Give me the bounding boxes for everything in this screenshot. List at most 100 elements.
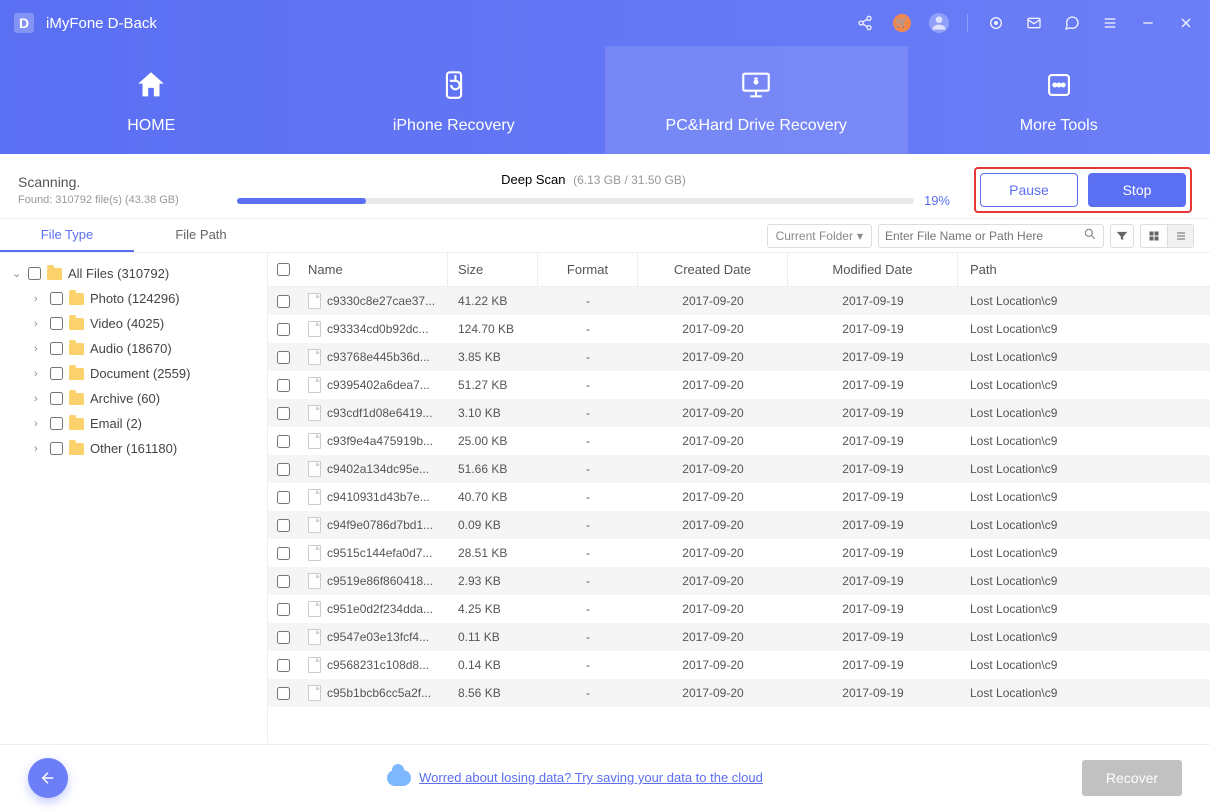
table-row[interactable]: c951e0d2f234dda...4.25 KB-2017-09-202017… (268, 595, 1210, 623)
row-checkbox[interactable] (277, 435, 290, 448)
file-size: 51.66 KB (448, 455, 538, 483)
table-row[interactable]: c93768e445b36d...3.85 KB-2017-09-202017-… (268, 343, 1210, 371)
file-icon (308, 629, 321, 645)
tab-more-tools[interactable]: More Tools (908, 46, 1210, 154)
tree-node[interactable]: ›Document (2559) (10, 361, 257, 386)
row-checkbox[interactable] (277, 351, 290, 364)
th-name[interactable]: Name (298, 253, 448, 286)
table-row[interactable]: c9330c8e27cae37...41.22 KB-2017-09-20201… (268, 287, 1210, 315)
select-all-checkbox[interactable] (277, 263, 290, 276)
table-row[interactable]: c93cdf1d08e6419...3.10 KB-2017-09-202017… (268, 399, 1210, 427)
tree-node[interactable]: ›Archive (60) (10, 386, 257, 411)
row-checkbox[interactable] (277, 659, 290, 672)
pause-button[interactable]: Pause (980, 173, 1078, 207)
table-row[interactable]: c9402a134dc95e...51.66 KB-2017-09-202017… (268, 455, 1210, 483)
row-checkbox[interactable] (277, 379, 290, 392)
file-path: Lost Location\c9 (958, 595, 1210, 623)
table-row[interactable]: c95b1bcb6cc5a2f...8.56 KB-2017-09-202017… (268, 679, 1210, 707)
folder-dropdown[interactable]: Current Folder ▾ (767, 224, 872, 248)
menu-icon[interactable] (1100, 13, 1120, 33)
th-created[interactable]: Created Date (638, 253, 788, 286)
tab-pc-recovery[interactable]: PC&Hard Drive Recovery (605, 46, 908, 154)
table-row[interactable]: c93f9e4a475919b...25.00 KB-2017-09-20201… (268, 427, 1210, 455)
tree-checkbox[interactable] (50, 342, 63, 355)
recover-button[interactable]: Recover (1082, 760, 1182, 796)
table-row[interactable]: c9547e03e13fcf4...0.11 KB-2017-09-202017… (268, 623, 1210, 651)
list-view-button[interactable] (1167, 225, 1193, 247)
file-path: Lost Location\c9 (958, 399, 1210, 427)
tab-iphone-recovery[interactable]: iPhone Recovery (303, 46, 606, 154)
row-checkbox[interactable] (277, 407, 290, 420)
tree-node[interactable]: ›Video (4025) (10, 311, 257, 336)
tree-checkbox[interactable] (50, 442, 63, 455)
file-name: c9547e03e13fcf4... (327, 630, 429, 644)
mail-icon[interactable] (1024, 13, 1044, 33)
table-row[interactable]: c9395402a6dea7...51.27 KB-2017-09-202017… (268, 371, 1210, 399)
tab-home[interactable]: HOME (0, 46, 303, 154)
table-row[interactable]: c9519e86f860418...2.93 KB-2017-09-202017… (268, 567, 1210, 595)
share-icon[interactable] (855, 13, 875, 33)
table-row[interactable]: c9515c144efa0d7...28.51 KB-2017-09-20201… (268, 539, 1210, 567)
tree-root[interactable]: ⌄ All Files (310792) (10, 261, 257, 286)
tree-checkbox[interactable] (50, 292, 63, 305)
search-icon[interactable] (1083, 227, 1097, 244)
row-checkbox[interactable] (277, 519, 290, 532)
search-box[interactable] (878, 224, 1104, 248)
tree-checkbox[interactable] (50, 367, 63, 380)
tree-node[interactable]: ›Photo (124296) (10, 286, 257, 311)
tree-node[interactable]: ›Email (2) (10, 411, 257, 436)
row-checkbox[interactable] (277, 631, 290, 644)
tree-checkbox[interactable] (50, 317, 63, 330)
subtab-file-path[interactable]: File Path (134, 219, 268, 252)
file-size: 40.70 KB (448, 483, 538, 511)
row-checkbox[interactable] (277, 547, 290, 560)
row-checkbox[interactable] (277, 463, 290, 476)
file-format: - (538, 371, 638, 399)
file-name: c93334cd0b92dc... (327, 322, 428, 336)
table-row[interactable]: c94f9e0786d7bd1...0.09 KB-2017-09-202017… (268, 511, 1210, 539)
row-checkbox[interactable] (277, 323, 290, 336)
grid-view-button[interactable] (1141, 225, 1167, 247)
th-format[interactable]: Format (538, 253, 638, 286)
file-modified: 2017-09-19 (788, 371, 958, 399)
feedback-icon[interactable] (1062, 13, 1082, 33)
cloud-link[interactable]: Worred about losing data? Try saving you… (419, 770, 763, 785)
row-checkbox[interactable] (277, 295, 290, 308)
tree-node[interactable]: ›Other (161180) (10, 436, 257, 461)
row-checkbox[interactable] (277, 687, 290, 700)
file-modified: 2017-09-19 (788, 427, 958, 455)
row-checkbox[interactable] (277, 603, 290, 616)
row-checkbox[interactable] (277, 575, 290, 588)
tree-node[interactable]: ›Audio (18670) (10, 336, 257, 361)
sub-bar: File Type File Path Current Folder ▾ (0, 219, 1210, 253)
minimize-icon[interactable] (1138, 13, 1158, 33)
view-mode-group (1140, 224, 1194, 248)
subtab-file-type[interactable]: File Type (0, 219, 134, 252)
folder-icon (69, 418, 84, 430)
cart-icon[interactable] (893, 14, 911, 32)
tab-label: HOME (127, 117, 175, 135)
avatar-icon[interactable] (929, 13, 949, 33)
filter-button[interactable] (1110, 224, 1134, 248)
th-path[interactable]: Path (958, 253, 1210, 286)
tree-checkbox[interactable] (50, 417, 63, 430)
target-icon[interactable] (986, 13, 1006, 33)
table-row[interactable]: c93334cd0b92dc...124.70 KB-2017-09-20201… (268, 315, 1210, 343)
close-icon[interactable] (1176, 13, 1196, 33)
tree-checkbox[interactable] (28, 267, 41, 280)
file-name: c9519e86f860418... (327, 574, 433, 588)
file-path: Lost Location\c9 (958, 315, 1210, 343)
th-size[interactable]: Size (448, 253, 538, 286)
table-row[interactable]: c9568231c108d8...0.14 KB-2017-09-202017-… (268, 651, 1210, 679)
file-path: Lost Location\c9 (958, 455, 1210, 483)
search-input[interactable] (885, 229, 1083, 243)
stop-button[interactable]: Stop (1088, 173, 1186, 207)
tree-checkbox[interactable] (50, 392, 63, 405)
table-row[interactable]: c9410931d43b7e...40.70 KB-2017-09-202017… (268, 483, 1210, 511)
th-modified[interactable]: Modified Date (788, 253, 958, 286)
row-checkbox[interactable] (277, 491, 290, 504)
file-modified: 2017-09-19 (788, 651, 958, 679)
file-path: Lost Location\c9 (958, 287, 1210, 315)
back-button[interactable] (28, 758, 68, 798)
chevron-right-icon: › (34, 293, 44, 305)
